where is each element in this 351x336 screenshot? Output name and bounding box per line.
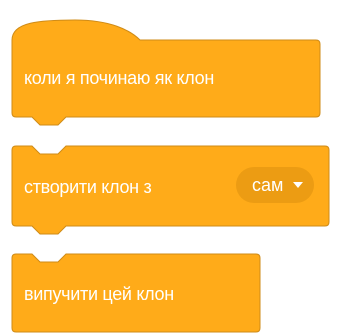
hat-block-shape <box>11 19 321 126</box>
clone-target-value: сам <box>252 175 284 195</box>
delete-clone-label: випучити цей клон <box>24 284 174 304</box>
when-i-start-as-clone-hat-block[interactable]: коли я починаю як клон <box>0 0 351 130</box>
clone-target-dropdown[interactable]: сам <box>236 167 314 203</box>
delete-this-clone-cap-block[interactable]: випучити цей клон <box>0 248 351 336</box>
create-clone-label: створити клон з <box>24 177 152 197</box>
create-clone-of-block[interactable]: створити клон з сам <box>0 140 351 240</box>
hat-block-label: коли я починаю як клон <box>24 68 215 88</box>
chevron-down-icon[interactable] <box>293 182 304 188</box>
